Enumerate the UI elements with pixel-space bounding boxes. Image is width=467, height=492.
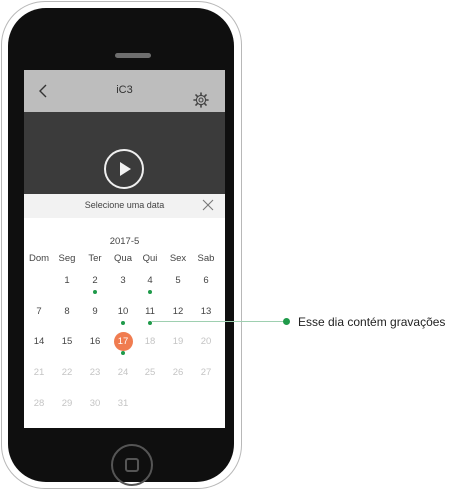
calendar-day[interactable]: 9 bbox=[83, 303, 107, 320]
calendar-day[interactable]: 24 bbox=[111, 364, 135, 381]
calendar-day[interactable]: 7 bbox=[27, 303, 51, 320]
recording-indicator-dot bbox=[121, 351, 125, 355]
calendar-day[interactable]: 15 bbox=[55, 333, 79, 350]
calendar-day[interactable]: 23 bbox=[83, 364, 107, 381]
calendar-day[interactable]: 12 bbox=[166, 303, 190, 320]
calendar-day[interactable]: 29 bbox=[55, 395, 79, 412]
play-button[interactable] bbox=[104, 149, 144, 189]
calendar-day[interactable]: 30 bbox=[83, 395, 107, 412]
weekday-label: Sab bbox=[197, 253, 215, 264]
recording-indicator-dot bbox=[121, 321, 125, 325]
calendar-day[interactable]: 31 bbox=[111, 395, 135, 412]
date-picker-title: Selecione uma data bbox=[84, 200, 165, 210]
month-label: 2017-5 bbox=[109, 236, 140, 247]
recording-indicator-dot bbox=[148, 290, 152, 294]
calendar-day[interactable]: 6 bbox=[194, 272, 218, 289]
calendar-day[interactable]: 20 bbox=[194, 333, 218, 350]
weekday-label: Qua bbox=[114, 253, 132, 264]
calendar-day[interactable]: 2 bbox=[83, 272, 107, 289]
weekday-label: Sex bbox=[169, 253, 187, 264]
calendar-day[interactable]: 28 bbox=[27, 395, 51, 412]
calendar-day[interactable]: 10 bbox=[111, 303, 135, 320]
calendar-day[interactable]: 13 bbox=[194, 303, 218, 320]
gear-icon[interactable] bbox=[193, 92, 209, 108]
callout-dot bbox=[283, 318, 290, 325]
calendar-day[interactable]: 18 bbox=[138, 333, 162, 350]
calendar-day[interactable]: 11 bbox=[138, 303, 162, 320]
calendar-day[interactable]: 27 bbox=[194, 364, 218, 381]
callout-line bbox=[152, 321, 286, 322]
calendar-day[interactable]: 22 bbox=[55, 364, 79, 381]
speaker-grill bbox=[115, 53, 151, 58]
callout-text: Esse dia contém gravações bbox=[298, 315, 446, 329]
play-icon bbox=[120, 162, 131, 176]
calendar-day[interactable]: 21 bbox=[27, 364, 51, 381]
weekday-label: Dom bbox=[28, 253, 50, 264]
calendar-day[interactable]: 14 bbox=[27, 333, 51, 350]
home-button-icon bbox=[125, 458, 139, 472]
calendar-day[interactable]: 8 bbox=[55, 303, 79, 320]
phone-screen: iC3 Selecione uma data 2017-5 Dom Seg Ter bbox=[24, 70, 225, 428]
calendar-day-selected[interactable]: 17 bbox=[113, 332, 133, 351]
home-button[interactable] bbox=[111, 444, 153, 486]
weekday-label: Qui bbox=[142, 253, 158, 264]
close-icon[interactable] bbox=[202, 199, 214, 211]
calendar-day[interactable]: 19 bbox=[166, 333, 190, 350]
calendar-day[interactable]: 5 bbox=[166, 272, 190, 289]
calendar-day[interactable]: 25 bbox=[138, 364, 162, 381]
app-header: iC3 bbox=[24, 70, 225, 112]
calendar-day[interactable]: 3 bbox=[111, 272, 135, 289]
calendar-day[interactable]: 16 bbox=[83, 333, 107, 350]
weekday-label: Seg bbox=[58, 253, 76, 264]
date-picker-header: Selecione uma data bbox=[24, 194, 225, 218]
calendar-day[interactable]: 4 bbox=[138, 272, 162, 289]
weekday-label: Ter bbox=[88, 253, 102, 264]
video-player bbox=[24, 112, 225, 194]
recording-indicator-dot bbox=[93, 290, 97, 294]
calendar-day[interactable]: 1 bbox=[55, 272, 79, 289]
calendar-day[interactable]: 26 bbox=[166, 364, 190, 381]
